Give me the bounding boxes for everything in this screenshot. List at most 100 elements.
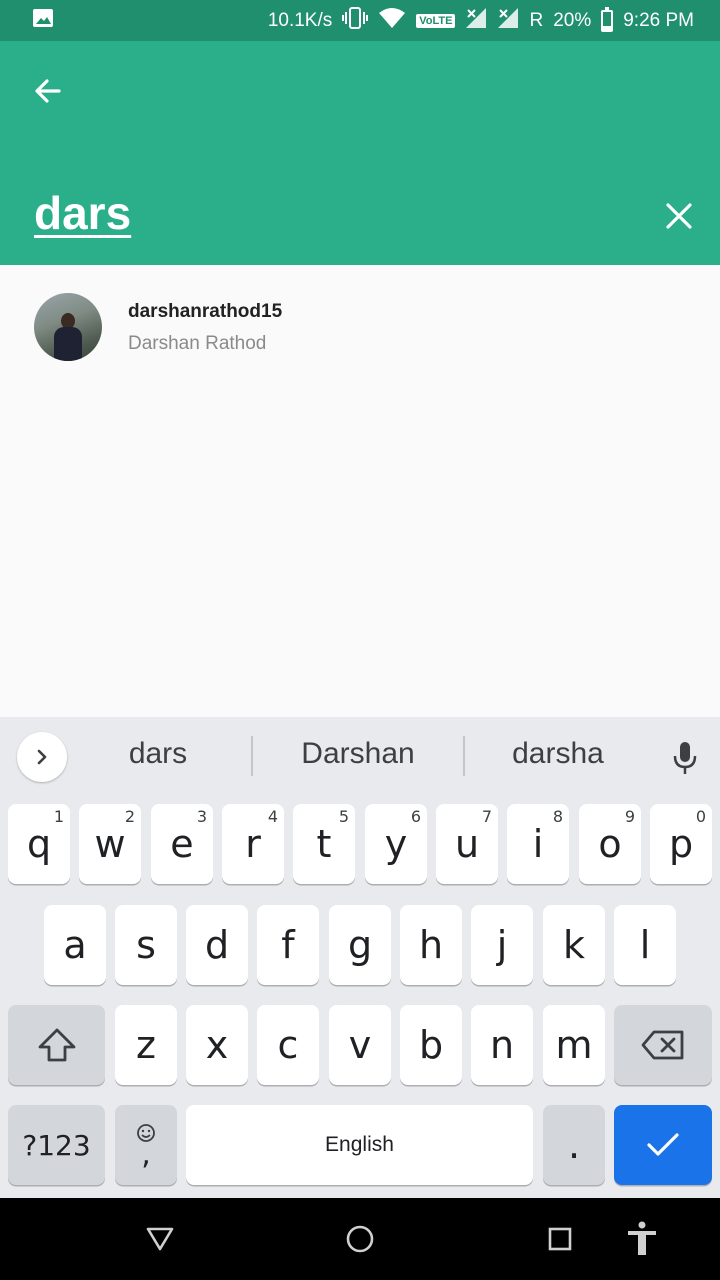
- key-p[interactable]: p0: [650, 804, 712, 884]
- backspace-key[interactable]: [614, 1005, 712, 1085]
- soft-keyboard: dars Darshan darsha q1w2e3r4t5y6u7i8o9p0…: [0, 717, 720, 1198]
- shift-key[interactable]: [8, 1005, 105, 1085]
- expand-toolbar-button[interactable]: [17, 732, 67, 782]
- key-hint: 9: [624, 807, 635, 826]
- comma-emoji-key[interactable]: ,: [115, 1105, 177, 1185]
- key-m[interactable]: m: [543, 1005, 605, 1085]
- suggestion-3[interactable]: darsha: [478, 737, 638, 771]
- key-t[interactable]: t5: [293, 804, 355, 884]
- key-label: t: [316, 822, 332, 866]
- arrow-left-icon: [35, 79, 61, 103]
- gallery-notification-icon: [32, 8, 54, 34]
- key-label: w: [94, 822, 126, 866]
- key-z[interactable]: z: [115, 1005, 177, 1085]
- nav-recents-button[interactable]: [537, 1216, 583, 1262]
- key-x[interactable]: x: [186, 1005, 248, 1085]
- space-key[interactable]: English: [186, 1105, 533, 1185]
- search-app-bar: dars: [0, 41, 720, 265]
- wifi-icon: [378, 7, 406, 35]
- key-g[interactable]: g: [329, 905, 391, 985]
- key-label: u: [454, 822, 480, 866]
- accessibility-button[interactable]: [619, 1216, 665, 1262]
- key-i[interactable]: i8: [507, 804, 569, 884]
- key-l[interactable]: l: [614, 905, 676, 985]
- key-w[interactable]: w2: [79, 804, 141, 884]
- key-label: y: [384, 822, 408, 866]
- key-y[interactable]: y6: [365, 804, 427, 884]
- vibrate-icon: [342, 6, 369, 35]
- key-a[interactable]: a: [44, 905, 106, 985]
- search-results: darshanrathod15 Darshan Rathod: [0, 265, 720, 717]
- volte-badge: VoLTE: [416, 13, 456, 28]
- enter-key[interactable]: [614, 1105, 712, 1185]
- backspace-icon: [641, 1030, 684, 1060]
- key-label: p: [668, 822, 694, 866]
- key-c[interactable]: c: [257, 1005, 319, 1085]
- checkmark-icon: [647, 1133, 679, 1156]
- key-label: o: [598, 822, 622, 866]
- suggestion-strip: dars Darshan darsha: [0, 717, 720, 799]
- signal-2-icon: [497, 7, 519, 35]
- key-label: i: [532, 822, 544, 866]
- result-full-name: Darshan Rathod: [128, 333, 267, 354]
- key-label: e: [170, 822, 194, 866]
- avatar: [34, 293, 102, 361]
- key-h[interactable]: h: [400, 905, 462, 985]
- suggestion-2[interactable]: Darshan: [268, 737, 448, 771]
- shift-icon: [38, 1028, 75, 1062]
- key-r[interactable]: r4: [222, 804, 284, 884]
- key-f[interactable]: f: [257, 905, 319, 985]
- suggestion-1[interactable]: dars: [88, 737, 228, 771]
- key-q[interactable]: q1: [8, 804, 70, 884]
- key-hint: 5: [338, 807, 349, 826]
- suggestion-divider: [463, 736, 465, 776]
- nav-back-button[interactable]: [137, 1216, 183, 1262]
- key-b[interactable]: b: [400, 1005, 462, 1085]
- accessibility-icon: [628, 1221, 656, 1255]
- key-s[interactable]: s: [115, 905, 177, 985]
- battery-icon: [601, 6, 614, 32]
- chevron-right-icon: [37, 749, 47, 765]
- key-label: q: [26, 822, 52, 866]
- status-bar: 10.1K/s VoLTE R 20% 9:26 PM: [0, 0, 720, 41]
- system-navigation-bar: [0, 1198, 720, 1280]
- key-j[interactable]: j: [471, 905, 533, 985]
- clear-search-button[interactable]: [652, 189, 706, 243]
- key-hint: 8: [552, 807, 563, 826]
- user-result-item[interactable]: darshanrathod15 Darshan Rathod: [0, 265, 720, 391]
- voice-input-button[interactable]: [664, 737, 706, 779]
- key-e[interactable]: e3: [151, 804, 213, 884]
- battery-percent: 20%: [553, 9, 592, 31]
- symbols-key[interactable]: ?123: [8, 1105, 105, 1185]
- key-hint: 1: [53, 807, 64, 826]
- key-u[interactable]: u7: [436, 804, 498, 884]
- key-hint: 2: [124, 807, 135, 826]
- key-d[interactable]: d: [186, 905, 248, 985]
- key-n[interactable]: n: [471, 1005, 533, 1085]
- nav-home-button[interactable]: [337, 1216, 383, 1262]
- close-icon: [666, 203, 692, 229]
- key-hint: 3: [196, 807, 207, 826]
- microphone-icon: [673, 742, 697, 774]
- key-v[interactable]: v: [329, 1005, 391, 1085]
- result-username: darshanrathod15: [128, 301, 283, 322]
- key-k[interactable]: k: [543, 905, 605, 985]
- key-hint: 6: [410, 807, 421, 826]
- signal-1-icon: [465, 7, 487, 35]
- key-hint: 7: [481, 807, 492, 826]
- back-button[interactable]: [22, 65, 74, 117]
- network-speed: 10.1K/s: [267, 9, 333, 31]
- clock: 9:26 PM: [623, 9, 694, 31]
- key-o[interactable]: o9: [579, 804, 641, 884]
- circle-home-icon: [346, 1225, 374, 1253]
- roaming-indicator: R: [529, 9, 544, 31]
- key-label: r: [245, 822, 261, 866]
- square-recents-icon: [548, 1227, 572, 1251]
- period-key[interactable]: .: [543, 1105, 605, 1185]
- key-hint: 4: [267, 807, 278, 826]
- search-input[interactable]: dars: [34, 186, 131, 240]
- suggestion-divider: [251, 736, 253, 776]
- key-hint: 0: [695, 807, 706, 826]
- comma-label: ,: [141, 1137, 151, 1172]
- triangle-back-icon: [146, 1227, 174, 1251]
